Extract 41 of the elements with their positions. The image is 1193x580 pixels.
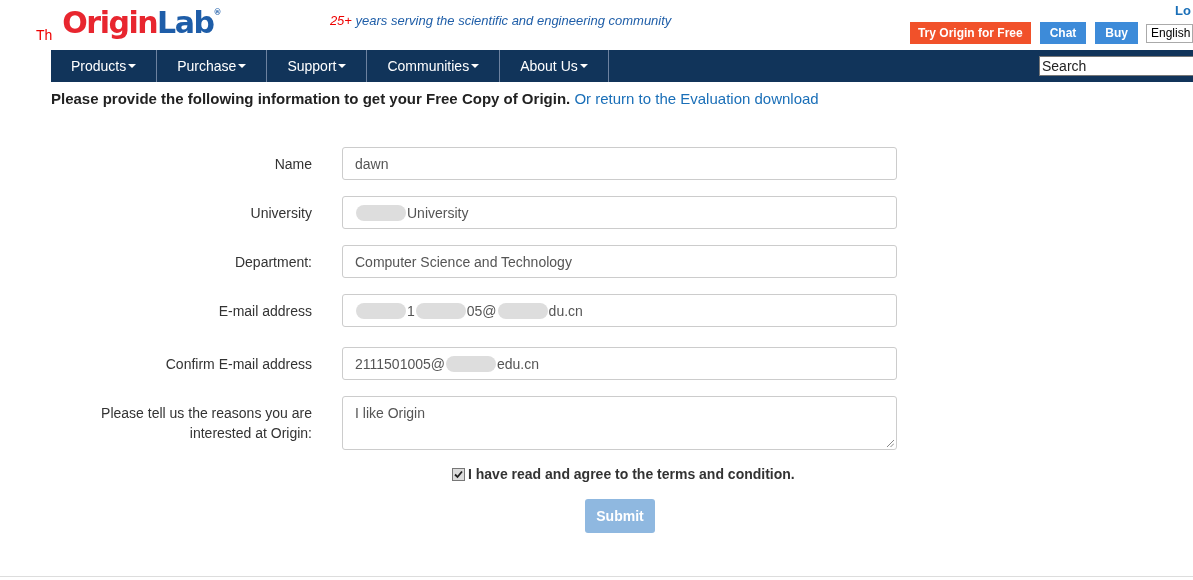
nav-menu-item[interactable]: Products [51,50,158,82]
intro-heading: Please provide the following information to get your Free Copy of Origin. [51,90,571,107]
header-button[interactable]: Buy [1095,22,1138,44]
input-field[interactable]: dawn [342,147,897,180]
blurred-mask [356,204,406,221]
field-label: Name [273,155,312,174]
logo[interactable]: OriginLab$^{®}$ [62,5,220,41]
login-link[interactable]: Lo [1175,3,1191,18]
input-field[interactable]: University [342,196,897,229]
caret-icon [579,64,588,68]
blurred-mask [415,302,466,319]
search-field[interactable]: Search [1039,56,1193,76]
blurred-mask [446,355,496,372]
nav-menu-item[interactable]: Support [267,50,368,82]
field-label: E-mail address [217,302,312,321]
caret-icon [471,64,480,68]
caret-icon [128,64,137,68]
checkbox[interactable] [452,467,465,481]
try-free-button[interactable]: Try Origin for Free [909,22,1031,44]
field-label: Department: [233,253,312,272]
evaluation-link[interactable]: Or return to the Evaluation download [574,90,819,107]
caret-icon [238,64,247,68]
resize-grip-icon [887,440,894,447]
header-button[interactable]: Chat [1039,22,1087,44]
language-select[interactable]: English [1146,23,1193,43]
caret-icon [338,64,347,68]
input-field[interactable]: 1 05@ du.cn [342,294,897,327]
blurred-mask [497,302,548,319]
intro-text: Th [36,27,53,43]
nav-menu-item[interactable]: Communities [367,50,501,82]
field-label: University [249,204,312,223]
text-area[interactable]: I like Origin [342,396,897,450]
blurred-mask [356,302,406,319]
nav-menu-item[interactable]: Purchase [157,50,268,82]
field-label: Please tell us the reasons you are interested at Origin: [100,404,312,443]
input-field[interactable]: Computer Science and Technology [342,245,897,278]
nav-menu-item[interactable]: About Us [500,50,609,82]
input-field[interactable]: 2111501005@ edu.cn [342,347,897,380]
agree-label: I have read and agree to the terms and condition. [468,466,795,482]
field-label: Confirm E-mail address [164,355,312,374]
tagline: 25+ years serving the scientific and engineering community [329,13,672,29]
